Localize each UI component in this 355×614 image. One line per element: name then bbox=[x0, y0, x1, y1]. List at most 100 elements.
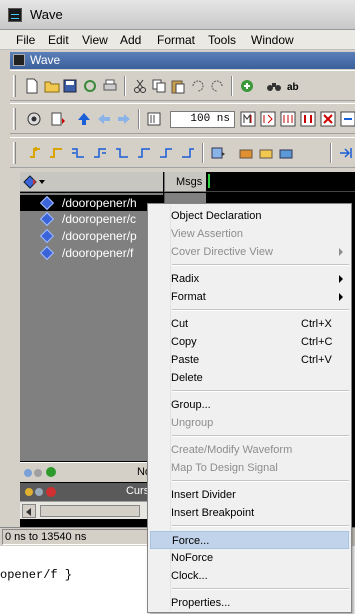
context-menu-item-label: Format bbox=[171, 291, 206, 303]
run-all-icon[interactable] bbox=[280, 111, 296, 127]
redo-icon[interactable] bbox=[209, 78, 225, 94]
cursor-lock-tool-icon[interactable] bbox=[34, 469, 42, 477]
context-menu-item-label: View Assertion bbox=[171, 228, 243, 240]
find-text-icon[interactable]: ab bbox=[286, 78, 302, 94]
object-tree-icon[interactable] bbox=[23, 175, 37, 189]
cursor-row: Cursor bbox=[20, 483, 163, 501]
context-menu-separator bbox=[172, 309, 349, 311]
msgs-header[interactable]: Msgs bbox=[164, 172, 206, 192]
menu-edit[interactable]: Edit bbox=[48, 33, 69, 47]
stop-icon[interactable] bbox=[320, 111, 336, 127]
cut-icon[interactable] bbox=[132, 78, 148, 94]
wave-pane-title-label: Wave bbox=[30, 53, 61, 67]
cursor-tool-icon[interactable] bbox=[24, 469, 32, 477]
run-icon[interactable] bbox=[240, 111, 256, 127]
menu-file[interactable]: File bbox=[16, 33, 35, 47]
context-menu-item[interactable]: Object Declaration bbox=[150, 207, 349, 225]
find-previous-edge-icon[interactable] bbox=[70, 145, 86, 161]
context-menu-item[interactable]: Clock... bbox=[150, 567, 349, 585]
signal-name-header[interactable] bbox=[20, 172, 163, 192]
toolbar-separator bbox=[330, 143, 332, 163]
forward-arrow-icon[interactable] bbox=[116, 111, 132, 127]
break-run-icon[interactable] bbox=[300, 111, 316, 127]
msgs-header-label: Msgs bbox=[176, 176, 203, 188]
context-menu-item-label: Insert Divider bbox=[171, 489, 236, 501]
submenu-arrow-icon bbox=[339, 293, 343, 301]
reload-icon[interactable] bbox=[82, 78, 98, 94]
context-menu-item[interactable]: Insert Divider bbox=[150, 486, 349, 504]
menu-view[interactable]: View bbox=[82, 33, 108, 47]
print-icon[interactable] bbox=[102, 78, 118, 94]
undo-icon[interactable] bbox=[190, 78, 206, 94]
up-arrow-icon[interactable] bbox=[76, 111, 92, 127]
add-cursor-icon[interactable] bbox=[46, 467, 56, 477]
menu-tools[interactable]: Tools bbox=[208, 33, 236, 47]
run-length-input[interactable]: 100 ns bbox=[170, 111, 235, 128]
context-menu-item[interactable]: Ungroup bbox=[150, 414, 349, 432]
context-menu-item[interactable]: Properties... bbox=[150, 594, 349, 612]
menu-add[interactable]: Add bbox=[120, 33, 141, 47]
back-arrow-icon[interactable] bbox=[96, 111, 112, 127]
toolbar-file: ab bbox=[10, 70, 355, 101]
context-menu-item[interactable]: NoForce bbox=[150, 549, 349, 567]
menu-window[interactable]: Window bbox=[251, 33, 294, 47]
add-circle-icon[interactable] bbox=[239, 78, 255, 94]
signal-row[interactable]: /dooropener/h bbox=[20, 195, 163, 211]
run-length-icon[interactable] bbox=[146, 111, 162, 127]
context-menu-item[interactable]: Format bbox=[150, 288, 349, 306]
find-binoculars-icon[interactable] bbox=[266, 78, 282, 94]
context-menu-item[interactable]: Create/Modify Waveform bbox=[150, 441, 349, 459]
new-file-icon[interactable] bbox=[24, 78, 40, 94]
context-menu-item[interactable]: Insert Breakpoint bbox=[150, 504, 349, 522]
wave-edit-icon[interactable] bbox=[238, 145, 254, 161]
wave-timeline-header[interactable] bbox=[206, 172, 355, 192]
toolbar-grip[interactable] bbox=[13, 75, 16, 97]
context-menu-item[interactable]: Force... bbox=[150, 531, 349, 549]
chevron-down-icon[interactable] bbox=[39, 179, 45, 185]
context-menu-item[interactable]: Cut Ctrl+X bbox=[150, 315, 349, 333]
environment-icon[interactable] bbox=[50, 111, 66, 127]
cursor-marker[interactable] bbox=[208, 174, 210, 188]
lock-icon[interactable] bbox=[25, 488, 33, 496]
context-menu-item[interactable]: Radix bbox=[150, 270, 349, 288]
wrench-icon[interactable] bbox=[35, 488, 43, 496]
delete-cursor-icon[interactable] bbox=[46, 487, 56, 497]
find-rising-edge-icon[interactable] bbox=[136, 145, 152, 161]
context-menu-item[interactable]: Delete bbox=[150, 369, 349, 387]
toolbar-grip[interactable] bbox=[13, 108, 16, 130]
zoom-mode-icon[interactable] bbox=[210, 145, 226, 161]
context-menu-item-label: Properties... bbox=[171, 597, 231, 609]
horizontal-scrollbar[interactable] bbox=[20, 501, 163, 519]
open-folder-icon[interactable] bbox=[44, 78, 60, 94]
save-icon[interactable] bbox=[62, 78, 78, 94]
context-menu-separator bbox=[172, 264, 349, 266]
wave-expand-icon[interactable] bbox=[338, 145, 354, 161]
wave-bookmark-icon[interactable] bbox=[278, 145, 294, 161]
context-menu-item[interactable]: Copy Ctrl+C bbox=[150, 333, 349, 351]
find-falling-edge-icon[interactable] bbox=[114, 145, 130, 161]
context-menu-separator bbox=[172, 588, 349, 590]
paste-icon[interactable] bbox=[170, 78, 186, 94]
signal-row[interactable]: /dooropener/p bbox=[20, 228, 163, 244]
scrollbar-thumb[interactable] bbox=[40, 505, 140, 517]
scroll-left-button[interactable] bbox=[22, 504, 36, 518]
insert-cursor-icon[interactable] bbox=[28, 145, 44, 161]
continue-run-icon[interactable] bbox=[260, 111, 276, 127]
break-icon[interactable] bbox=[26, 111, 42, 127]
copy-icon[interactable] bbox=[151, 78, 167, 94]
delete-cursor-icon[interactable] bbox=[48, 145, 64, 161]
find-value-icon[interactable] bbox=[180, 145, 196, 161]
context-menu-item[interactable]: Cover Directive View bbox=[150, 243, 349, 261]
context-menu-item[interactable]: Paste Ctrl+V bbox=[150, 351, 349, 369]
context-menu-item[interactable]: View Assertion bbox=[150, 225, 349, 243]
context-menu-item[interactable]: Group... bbox=[150, 396, 349, 414]
signal-row[interactable]: /dooropener/c bbox=[20, 211, 163, 227]
toolbar-grip[interactable] bbox=[13, 142, 16, 164]
menu-format[interactable]: Format bbox=[157, 33, 195, 47]
wave-compare-icon[interactable] bbox=[258, 145, 274, 161]
signal-row[interactable]: /dooropener/f bbox=[20, 245, 163, 261]
step-icon[interactable] bbox=[340, 111, 355, 127]
find-next-edge-icon[interactable] bbox=[92, 145, 108, 161]
find-transition-icon[interactable] bbox=[158, 145, 174, 161]
context-menu-item[interactable]: Map To Design Signal bbox=[150, 459, 349, 477]
